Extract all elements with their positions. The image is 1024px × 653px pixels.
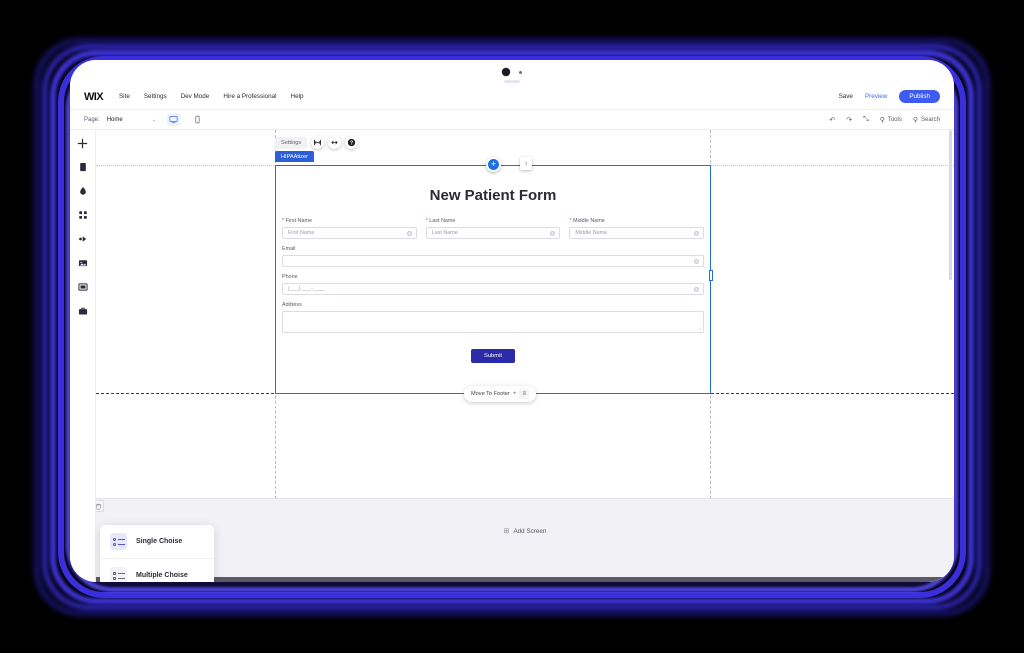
- undo-button[interactable]: ↶: [829, 116, 835, 124]
- device-notch: [70, 60, 954, 84]
- resize-handle-right[interactable]: [709, 270, 713, 281]
- search-icon: ⚲: [912, 116, 918, 124]
- add-screen-label: Add Screen: [513, 527, 547, 535]
- briefcase-icon: [78, 307, 87, 315]
- redo-icon: ↷: [846, 116, 853, 124]
- main-menu: Site Settings Dev Mode Hire a Profession…: [119, 93, 303, 100]
- sidebar-item-business-tools[interactable]: [76, 304, 90, 318]
- mobile-icon: [195, 115, 200, 124]
- sidebar-item-apps[interactable]: [76, 208, 90, 222]
- wix-top-bar: WIX Site Settings Dev Mode Hire a Profes…: [70, 84, 954, 110]
- field-types-panel: Single Choise Multiple Choise: [100, 525, 214, 582]
- apps-grid-icon: [78, 211, 87, 219]
- search-label: Search: [920, 116, 940, 123]
- undo-icon: ↶: [829, 116, 836, 124]
- page-label: Page:: [84, 116, 100, 123]
- help-button[interactable]: ?: [345, 136, 359, 149]
- radio-list-icon: [110, 533, 127, 550]
- search-button[interactable]: ⚲ Search: [913, 116, 940, 124]
- save-button[interactable]: Save: [839, 93, 853, 100]
- mobile-view-button[interactable]: [191, 113, 204, 126]
- blog-icon: [77, 283, 88, 291]
- wix-logo: WIX: [84, 90, 104, 103]
- image-icon: [78, 260, 87, 267]
- fit-icon: ⤡: [863, 115, 869, 123]
- move-to-footer-grip-icon[interactable]: ≡: [519, 389, 530, 399]
- sidebar-item-site-design[interactable]: [76, 184, 90, 198]
- preview-button[interactable]: Preview: [865, 93, 887, 100]
- workspace: Settings ? HIPAAtizer + ↕ Move To Footer…: [70, 130, 954, 582]
- speaker-icon: [504, 80, 520, 83]
- sidebar-item-blog[interactable]: [76, 280, 90, 294]
- add-screen-button[interactable]: ⊞ Add Screen: [503, 527, 547, 536]
- help-icon: ?: [348, 138, 356, 146]
- add-screen-icon: ⊞: [503, 528, 510, 535]
- tools-label: Tools: [887, 116, 902, 123]
- publish-button[interactable]: Publish: [899, 90, 940, 103]
- tools-icon: ⚲: [879, 116, 885, 124]
- plus-icon: [77, 138, 88, 148]
- left-sidebar: [70, 130, 96, 582]
- menu-item-help[interactable]: Help: [291, 93, 304, 100]
- top-bar-actions: Save Preview Publish: [839, 90, 940, 103]
- device-frame: WIX Site Settings Dev Mode Hire a Profes…: [70, 60, 954, 582]
- tools-button[interactable]: ⚲ Tools: [880, 116, 902, 124]
- list-item-single-choice[interactable]: Single Choise: [100, 525, 214, 558]
- sidebar-item-media[interactable]: [76, 232, 90, 246]
- sidebar-item-add-element[interactable]: [76, 136, 90, 150]
- stretch-button[interactable]: [311, 136, 325, 149]
- resize-button[interactable]: [328, 136, 342, 149]
- menu-item-hire-a-professional[interactable]: Hire a Professional: [223, 93, 276, 100]
- canvas-scrollbar[interactable]: [949, 130, 952, 280]
- multiple-choice-label: Multiple Choise: [136, 572, 188, 579]
- toolbar-right-actions: ↶ ↷ ⤡ ⚲ Tools ⚲ Search: [829, 116, 940, 124]
- svg-text:?: ?: [350, 140, 353, 146]
- selection-box[interactable]: [275, 165, 711, 394]
- page-selector[interactable]: Home: [107, 117, 123, 123]
- media-icon: [78, 236, 86, 242]
- editor-toolbar: Page: Home ⌄ ↶ ↷ ⤡ ⚲ Tools ⚲ Search: [70, 110, 954, 130]
- desktop-view-button[interactable]: [166, 113, 180, 126]
- desktop-icon: [169, 116, 178, 123]
- stretch-icon: [314, 139, 322, 146]
- single-choice-label: Single Choise: [136, 538, 183, 545]
- sidebar-item-pages[interactable]: [76, 160, 90, 174]
- drag-handle-top[interactable]: ↕: [520, 157, 532, 170]
- sensor-icon: [519, 70, 522, 74]
- chevron-down-icon[interactable]: ⌄: [152, 117, 156, 123]
- page-icon: [79, 162, 86, 172]
- fit-to-screen-button[interactable]: ⤡: [863, 116, 869, 124]
- app-tag-hipaatizer[interactable]: HIPAAtizer: [275, 151, 314, 162]
- sidebar-item-my-uploads[interactable]: [76, 256, 90, 270]
- add-section-handle[interactable]: +: [486, 157, 501, 172]
- list-item-multiple-choice[interactable]: Multiple Choise: [100, 558, 214, 582]
- checkbox-list-icon: [110, 567, 127, 582]
- menu-item-site[interactable]: Site: [119, 93, 130, 100]
- screens-strip: ⊞ Add Screen: [96, 498, 954, 582]
- camera-icon: [502, 68, 510, 76]
- redo-button[interactable]: ↷: [846, 116, 852, 124]
- menu-item-dev-mode[interactable]: Dev Mode: [181, 93, 210, 100]
- selection-toolbar: Settings ?: [275, 136, 359, 149]
- move-to-footer-label: Move To Footer: [471, 391, 510, 397]
- menu-item-settings[interactable]: Settings: [144, 93, 167, 100]
- resize-icon: [331, 140, 338, 145]
- paint-icon: [79, 186, 86, 195]
- settings-button[interactable]: Settings: [275, 136, 308, 149]
- move-to-footer-control[interactable]: Move To Footer + ≡: [464, 386, 537, 402]
- move-to-footer-plus-icon[interactable]: +: [513, 391, 517, 397]
